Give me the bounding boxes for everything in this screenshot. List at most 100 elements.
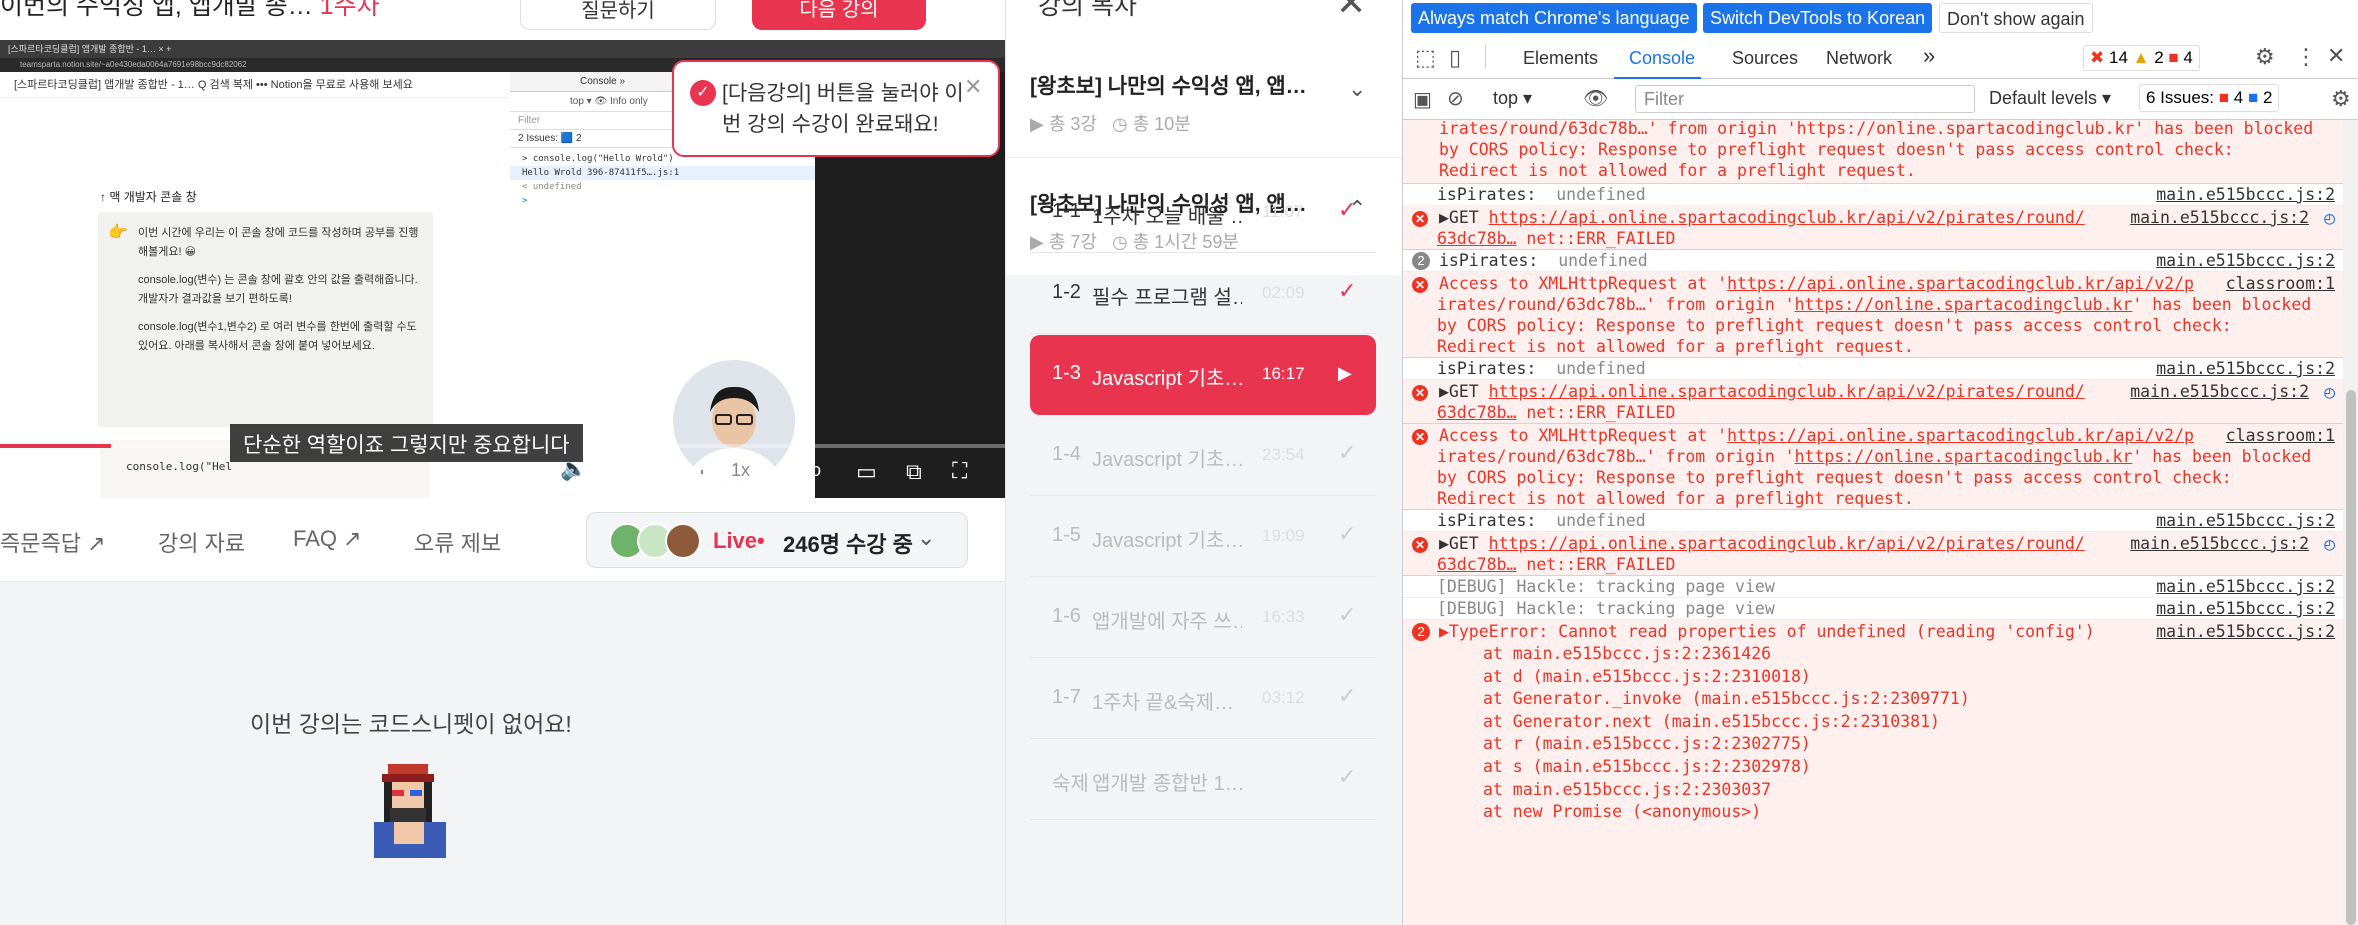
- clear-console-icon[interactable]: ⊘: [1447, 86, 1464, 111]
- switch-to-korean-button[interactable]: Switch DevTools to Korean: [1703, 3, 1933, 33]
- network-request-icon[interactable]: ◴: [2324, 382, 2335, 403]
- eye-icon[interactable]: 👁: [1583, 86, 1608, 111]
- lesson-item[interactable]: 1-6 앱개발에 자주 쓰… 16:33 ✓: [1030, 578, 1376, 658]
- notion-heading: ↑ 맥 개발자 콘솔 창: [100, 190, 197, 204]
- notion-topbar: [스파르타코딩클럽] 앱개발 종합반 - 1… Q 검색 복제 ••• Noti…: [0, 72, 510, 98]
- scrollbar-thumb[interactable]: [2346, 390, 2356, 925]
- log-levels-dropdown[interactable]: Default levels ▾: [1989, 88, 2111, 109]
- live-viewers-button[interactable]: Live• 246명 수강 중 ⌄: [586, 512, 968, 568]
- curriculum-pane: 강의 목차 ✕ [왕초보] 나만의 수익성 앱, 앱… ▶ 총 3강 ◷ 총 1…: [1005, 0, 1403, 925]
- source-link[interactable]: main.e515bccc.js:2: [2156, 576, 2335, 597]
- network-request-icon[interactable]: ◴: [2324, 208, 2335, 229]
- close-icon[interactable]: ✕: [2327, 43, 2345, 69]
- stack-frame[interactable]: at main.e515bccc.js:2:2361426: [1483, 643, 1771, 664]
- inspect-icon[interactable]: ⬚: [1415, 45, 1436, 71]
- network-request-icon[interactable]: ◴: [2324, 534, 2335, 555]
- source-link[interactable]: main.e515bccc.js:2: [2156, 621, 2335, 642]
- stack-frame[interactable]: at r (main.e515bccc.js:2:2302775): [1483, 733, 1811, 754]
- source-link[interactable]: main.e515bccc.js:2: [2156, 250, 2335, 271]
- console-error: ✕ Access to XMLHttpRequest at 'https://a…: [1403, 272, 2343, 358]
- more-tabs-icon[interactable]: »: [1923, 43, 1935, 69]
- filter-input[interactable]: Filter: [1635, 85, 1975, 113]
- tab-network[interactable]: Network: [1826, 48, 1892, 69]
- next-lecture-button[interactable]: 다음 강의: [752, 0, 926, 30]
- tab-sources[interactable]: Sources: [1732, 48, 1798, 69]
- source-link[interactable]: main.e515bccc.js:2: [2156, 184, 2335, 205]
- lesson-title: 필수 프로그램 설…: [1092, 287, 1242, 309]
- stack-frame[interactable]: at d (main.e515bccc.js:2:2310018): [1483, 666, 1811, 687]
- console-text: isPirates: undefined: [1439, 251, 1648, 270]
- devtools-pane: Always match Chrome's language Switch De…: [1402, 0, 2358, 925]
- lesson-number: 1-7: [1052, 686, 1081, 708]
- tab-error-report[interactable]: 오류 제보: [414, 526, 501, 558]
- console-text: Redirect is not allowed for a preflight …: [1437, 337, 1914, 356]
- lesson-duration: 02:09: [1262, 283, 1305, 302]
- curriculum-title: 강의 목차: [1038, 0, 1137, 20]
- source-link[interactable]: main.e515bccc.js:2: [2156, 510, 2335, 531]
- source-link[interactable]: main.e515bccc.js:2: [2130, 381, 2309, 402]
- stack-frame[interactable]: at s (main.e515bccc.js:2:2302978): [1483, 756, 1811, 777]
- source-link[interactable]: main.e515bccc.js:2: [2156, 598, 2335, 619]
- lesson-item[interactable]: 1-5 Javascript 기초… 19:09 ✓: [1030, 497, 1376, 577]
- device-toolbar-icon[interactable]: ▯: [1449, 45, 1461, 71]
- console-text: isPirates: undefined: [1437, 359, 1646, 378]
- console-log: isPirates: undefined main.e515bccc.js:2: [1403, 358, 2343, 380]
- issues-button[interactable]: 6 Issues: ■ 4 ■ 2: [2139, 84, 2280, 112]
- source-link[interactable]: classroom:1: [2226, 273, 2335, 294]
- lesson-number: 1-6: [1052, 605, 1081, 627]
- lesson-duration: 19:09: [1262, 526, 1305, 545]
- stack-frame[interactable]: at main.e515bccc.js:2:2303037: [1483, 779, 1771, 800]
- tab-console[interactable]: Console: [1629, 48, 1695, 69]
- volume-icon[interactable]: 🔈: [560, 456, 587, 482]
- lesson-item[interactable]: 1-2 필수 프로그램 설… 02:09 ✓: [1030, 254, 1376, 334]
- video-console-line: >: [522, 196, 528, 206]
- check-icon: ✓: [1338, 521, 1357, 546]
- console-text: by CORS policy: Response to preflight re…: [1439, 140, 2234, 159]
- code-line: console.log("Hel: [126, 460, 232, 473]
- error-warning-counter[interactable]: ✖ 14 ▲ 2 ■ 4: [2083, 45, 2200, 71]
- close-icon[interactable]: ✕: [964, 74, 982, 100]
- check-icon: ✓: [1338, 602, 1357, 627]
- lesson-title: 1주차 오늘 배울 …: [1092, 206, 1242, 228]
- console-text: Access to XMLHttpRequest at 'https://api…: [1439, 426, 2194, 445]
- live-label: Live•: [713, 528, 765, 553]
- callout-paragraph: console.log(변수) 는 콘솔 창에 괄호 안의 값을 출력해줍니다.…: [138, 274, 418, 305]
- stack-frame[interactable]: at Generator.next (main.e515bccc.js:2:23…: [1483, 711, 1940, 732]
- source-link[interactable]: main.e515bccc.js:2: [2130, 533, 2309, 554]
- fullscreen-icon[interactable]: ⛶: [952, 458, 967, 484]
- gear-icon[interactable]: ⚙: [2331, 86, 2351, 112]
- tab-instant-qa[interactable]: 즉문즉답 ↗: [0, 526, 106, 558]
- dont-show-again-button[interactable]: Don't show again: [1939, 3, 2093, 33]
- gear-icon[interactable]: ⚙: [2255, 44, 2275, 70]
- pip-icon[interactable]: ⧉: [906, 459, 922, 485]
- source-link[interactable]: main.e515bccc.js:2: [2156, 358, 2335, 379]
- playback-speed[interactable]: 1x: [731, 460, 750, 481]
- lesson-item[interactable]: 숙제 앱개발 종합반 1… ✓: [1030, 740, 1376, 820]
- video-quality[interactable]: Auto: [784, 460, 821, 481]
- console-error: ✕ Access to XMLHttpRequest at 'https://a…: [1403, 424, 2343, 510]
- lecture-header: 이번의 수익성 앱, 앱개발 종… 1주차 질문하기 다음 강의: [0, 0, 1005, 40]
- video-player[interactable]: [스파르타코딩클럽] 앱개발 종합반 - 1… × + teamsparta.n…: [0, 40, 1005, 498]
- tab-faq[interactable]: FAQ ↗: [293, 526, 362, 552]
- stack-frame[interactable]: at new Promise (<anonymous>): [1483, 801, 1761, 822]
- lesson-item[interactable]: 1-1 1주차 오늘 배울 … 11:07 ✓: [1030, 173, 1376, 253]
- tab-materials[interactable]: 강의 자료: [158, 526, 245, 558]
- match-chrome-language-button[interactable]: Always match Chrome's language: [1411, 3, 1697, 33]
- sidebar-toggle-icon[interactable]: ▣: [1413, 87, 1432, 112]
- avatar: [665, 523, 701, 559]
- context-selector[interactable]: top ▾: [1493, 88, 1532, 109]
- close-icon[interactable]: ✕: [1336, 0, 1366, 24]
- more-vert-icon[interactable]: ⋮: [2295, 44, 2317, 70]
- lesson-item[interactable]: 1-3 Javascript 기초… 16:17 ▶: [1030, 335, 1376, 415]
- week-section[interactable]: [왕초보] 나만의 수익성 앱, 앱… ▶ 총 3강 ◷ 총 10분 ⌄: [1006, 40, 1403, 158]
- lesson-item[interactable]: 1-7 1주차 끝&숙제… 03:12 ✓: [1030, 659, 1376, 739]
- lesson-item[interactable]: 1-4 Javascript 기초… 23:54 ✓: [1030, 416, 1376, 496]
- source-link[interactable]: main.e515bccc.js:2: [2130, 207, 2309, 228]
- source-link[interactable]: classroom:1: [2226, 425, 2335, 446]
- stack-frame[interactable]: at Generator._invoke (main.e515bccc.js:2…: [1483, 688, 1970, 709]
- tab-elements[interactable]: Elements: [1523, 48, 1598, 69]
- console-text: Redirect is not allowed for a preflight …: [1437, 489, 1914, 508]
- ask-question-button[interactable]: 질문하기: [520, 0, 716, 30]
- subtitles-icon[interactable]: ▭: [856, 459, 877, 485]
- live-avatars: [609, 523, 703, 559]
